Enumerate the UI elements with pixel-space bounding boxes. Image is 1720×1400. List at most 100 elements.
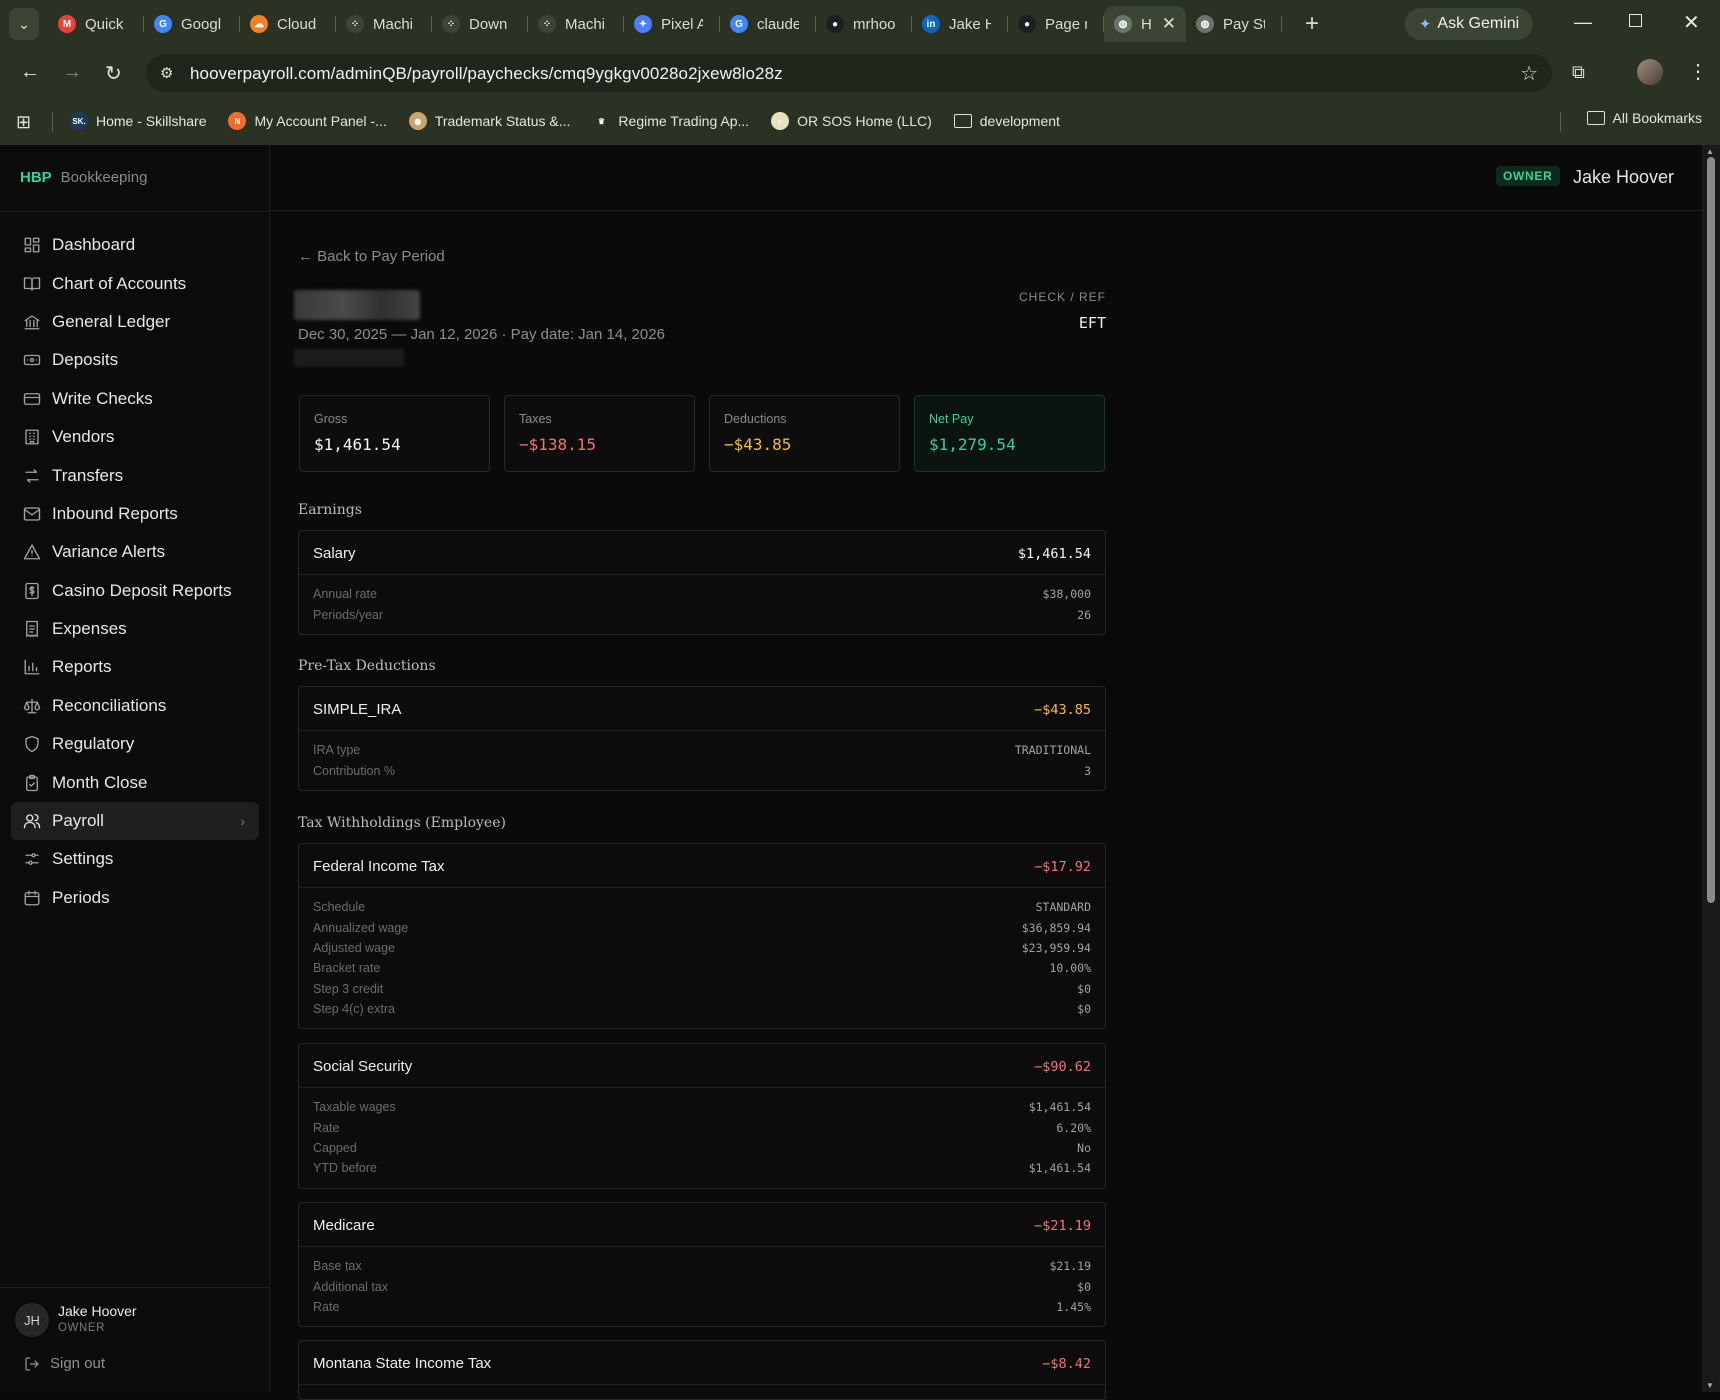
detail-row: Step 4(c) extra $0	[313, 999, 1091, 1019]
sidebar-item-reconciliations[interactable]: Reconciliations	[11, 687, 259, 725]
detail-value: 6.20%	[1056, 1120, 1091, 1135]
profile-avatar[interactable]	[1637, 59, 1663, 85]
detail-key: Step 4(c) extra	[313, 1002, 395, 1017]
browser-tab[interactable]: ⁘ Down	[432, 6, 528, 42]
page-scrollbar[interactable]: ▲ ▼	[1702, 145, 1720, 1392]
tab-label: Quick	[85, 15, 124, 33]
tab-favicon-icon: ●	[826, 15, 844, 33]
sidebar-item-inbound-reports[interactable]: Inbound Reports	[11, 495, 259, 533]
close-tab-icon[interactable]: ✕	[1162, 14, 1176, 34]
bookmark-item[interactable]: ◐ OR SOS Home (LLC)	[771, 110, 932, 132]
bookmark-star-icon[interactable]: ☆	[1520, 61, 1538, 86]
tab-favicon-icon: ◍	[1114, 15, 1132, 33]
forward-arrow-icon[interactable]: →	[62, 61, 82, 84]
detail-key: Schedule	[313, 900, 366, 915]
line-item-title: Medicare	[313, 1217, 375, 1234]
tab-label: Down	[469, 15, 508, 33]
dashboard-icon	[23, 236, 41, 254]
sidebar-item-variance-alerts[interactable]: Variance Alerts	[11, 533, 259, 571]
browser-tab[interactable]: Gclaude	[720, 6, 816, 42]
detail-rows: Annual rate $38,000 Periods/year 26	[299, 575, 1105, 634]
apps-grid-icon[interactable]: ⊞	[16, 112, 31, 133]
browser-tab[interactable]: ⁘ Machi	[528, 6, 624, 42]
browser-tab[interactable]: ◍ H ✕	[1104, 6, 1186, 42]
sidebar-item-label: Chart of Accounts	[52, 273, 187, 293]
url-text[interactable]: hooverpayroll.com/adminQB/payroll/payche…	[190, 64, 783, 84]
browser-tab[interactable]: ◍ Pay St	[1186, 6, 1282, 42]
top-user-name[interactable]: Jake Hoover	[1573, 167, 1674, 188]
sidebar-item-write-checks[interactable]: Write Checks	[11, 380, 259, 418]
sidebar-item-reports[interactable]: Reports	[11, 648, 259, 686]
sidebar-item-casino-deposit-reports[interactable]: Casino Deposit Reports	[11, 572, 259, 610]
browser-tab[interactable]: in Jake H	[912, 6, 1008, 42]
bookmark-item[interactable]: SK. Home - Skillshare	[70, 110, 206, 132]
browser-menu-icon[interactable]: ⋮	[1688, 59, 1708, 84]
bookmark-item[interactable]: ◉ Trademark Status &...	[408, 110, 570, 132]
block-header: Social Security −$90.62	[299, 1044, 1105, 1088]
detail-key: Capped	[313, 1140, 357, 1155]
browser-tab[interactable]: G Googl	[144, 6, 240, 42]
close-window-button[interactable]: ✕	[1683, 10, 1700, 35]
address-bar[interactable]: ⚙ hooverpayroll.com/adminQB/payroll/payc…	[146, 54, 1552, 92]
pay-period-text: Dec 30, 2025 — Jan 12, 2026 · Pay date: …	[298, 326, 665, 343]
browser-tab[interactable]: ☁ Cloud	[240, 6, 336, 42]
shield-icon	[23, 735, 41, 753]
bookmark-label: development	[979, 113, 1060, 129]
divider	[0, 211, 270, 212]
back-arrow-icon[interactable]: ←	[20, 61, 40, 84]
tab-search-button[interactable]: ⌄	[9, 8, 39, 40]
bookmark-item[interactable]: ♛ Regime Trading Ap...	[592, 110, 749, 132]
sidebar-item-month-close[interactable]: Month Close	[11, 763, 259, 801]
sidebar-item-settings[interactable]: Settings	[11, 840, 259, 878]
block-header: Montana State Income Tax −$8.42	[299, 1341, 1105, 1385]
tab-favicon-icon: G	[154, 15, 172, 33]
detail-key: Contribution %	[313, 763, 395, 778]
sidebar-item-label: Reconciliations	[52, 695, 167, 715]
scroll-up-icon[interactable]: ▲	[1706, 147, 1714, 156]
bookmark-favicon-icon: N	[228, 112, 247, 130]
browser-tab[interactable]: ● mrhoo	[816, 6, 912, 42]
bookmark-favicon-icon: SK.	[70, 112, 88, 130]
taxes-card: Taxes −$138.15	[504, 395, 695, 472]
all-bookmarks-button[interactable]: All Bookmarks	[1586, 110, 1702, 126]
browser-tab[interactable]: ● Page r	[1008, 6, 1104, 42]
detail-key: Annual rate	[313, 587, 377, 602]
new-tab-button[interactable]: +	[1305, 10, 1319, 38]
site-info-icon[interactable]: ⚙	[160, 64, 173, 82]
browser-tab[interactable]: M Quick	[48, 6, 144, 42]
avatar[interactable]: JH	[15, 1303, 49, 1337]
scrollbar-thumb[interactable]	[1707, 157, 1715, 903]
maximize-button[interactable]	[1629, 14, 1642, 27]
scroll-down-icon[interactable]: ▼	[1706, 1381, 1714, 1390]
sign-out-label: Sign out	[50, 1355, 106, 1372]
sidebar-item-deposits[interactable]: Deposits	[11, 341, 259, 379]
minimize-button[interactable]: —	[1574, 12, 1592, 33]
tab-label: Googl	[181, 15, 222, 33]
back-to-pay-period-link[interactable]: ← Back to Pay Period	[298, 248, 445, 265]
sidebar-item-transfers[interactable]: Transfers	[11, 456, 259, 494]
sign-out-button[interactable]: Sign out	[24, 1355, 105, 1372]
earnings-heading: Earnings	[298, 502, 362, 518]
redacted-employee-name	[294, 290, 420, 320]
browser-tab[interactable]: ✦ Pixel A	[624, 6, 720, 42]
detail-value: 1.45%	[1056, 1299, 1091, 1314]
detail-value: $38,000	[1042, 587, 1091, 602]
bookmark-item[interactable]: N My Account Panel -...	[228, 110, 387, 132]
sidebar-item-dashboard[interactable]: Dashboard	[11, 226, 259, 264]
sidebar-item-label: Transfers	[52, 465, 124, 485]
sidebar-item-expenses[interactable]: Expenses	[11, 610, 259, 648]
ask-gemini-button[interactable]: ✦ Ask Gemini	[1405, 8, 1533, 40]
reload-icon[interactable]: ↻	[105, 61, 122, 86]
detail-value: $1,461.54	[1028, 1100, 1091, 1115]
sidebar-item-regulatory[interactable]: Regulatory	[11, 725, 259, 763]
sidebar-item-payroll[interactable]: Payroll ›	[11, 801, 259, 841]
browser-tab[interactable]: ⁘ Machi	[336, 6, 432, 42]
brand[interactable]: HBP Bookkeeping	[20, 169, 147, 186]
card-icon	[23, 390, 41, 408]
sidebar-item-vendors[interactable]: Vendors	[11, 418, 259, 456]
extensions-icon[interactable]: ⧉	[1572, 62, 1585, 83]
sidebar-item-chart-of-accounts[interactable]: Chart of Accounts	[11, 264, 259, 302]
bookmark-item[interactable]: development	[953, 110, 1060, 132]
sidebar-item-general-ledger[interactable]: General Ledger	[11, 303, 259, 341]
sidebar-item-periods[interactable]: Periods	[11, 879, 259, 917]
